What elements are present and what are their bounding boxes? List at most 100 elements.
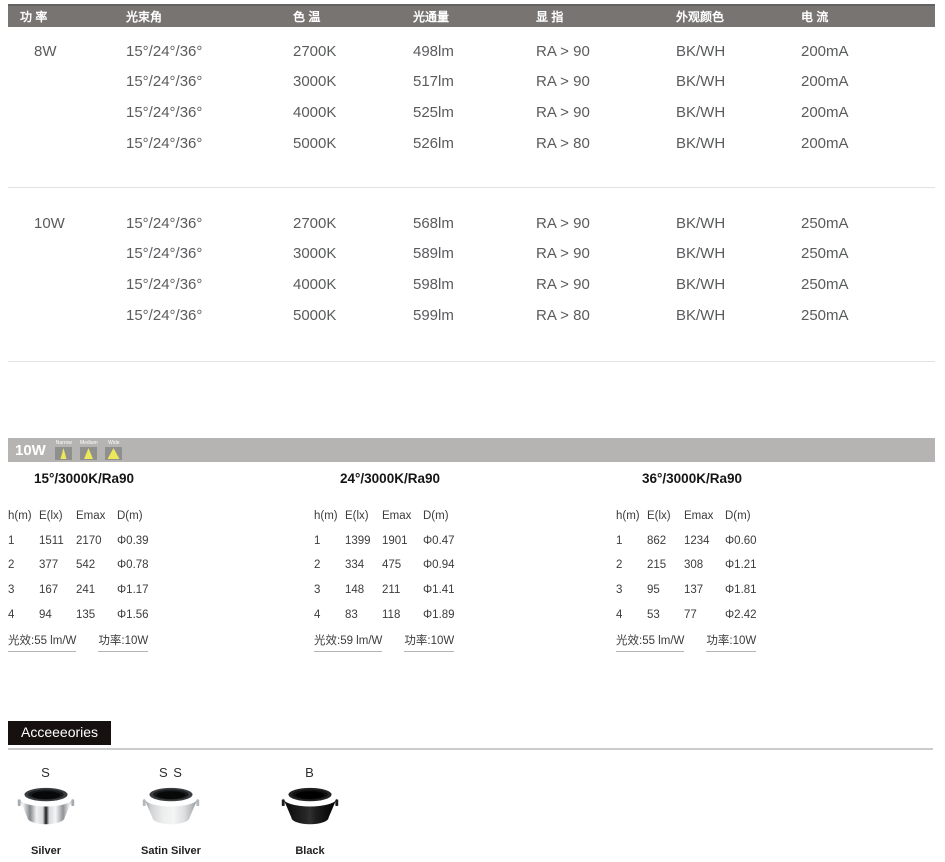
cell-current: 250mA [801, 276, 935, 293]
accessory-item-silver: S [14, 766, 78, 857]
cell-emax: 308 [684, 559, 725, 571]
photometric-table-24: 24°/3000K/Ra90 h(m) E(lx) Emax D(m) 1 13… [314, 470, 466, 652]
cell-d: Φ0.39 [117, 535, 160, 547]
cell-flux: 517lm [413, 73, 536, 90]
cell-beam: 15°/24°/36° [126, 307, 293, 324]
cell-flux: 568lm [413, 215, 536, 232]
cell-h: 4 [8, 609, 39, 621]
header-flux: 光通量 [413, 8, 536, 25]
accessory-code: B [305, 766, 315, 780]
cell-d: Φ0.60 [725, 535, 768, 547]
accessory-name: Silver [31, 845, 61, 857]
beam-wide-label: Wide [108, 440, 119, 446]
cell-cct: 3000K [293, 73, 413, 90]
cell-d: Φ1.81 [725, 584, 768, 596]
beam-icon-group: Narrow Medium Wide [55, 440, 123, 462]
photometric-footer: 光效:55 lm/W 功率:10W [8, 632, 160, 652]
accessory-code: S S [159, 766, 183, 780]
photometric-footer: 光效:55 lm/W 功率:10W [616, 632, 768, 652]
cell-emax: 137 [684, 584, 725, 596]
cell-current: 250mA [801, 245, 935, 262]
cell-cri: RA > 80 [536, 135, 676, 152]
cell-cct: 2700K [293, 43, 413, 60]
cell-h: 2 [314, 559, 345, 571]
efficacy-value: 光效:55 lm/W [8, 632, 76, 652]
cell-current: 200mA [801, 43, 935, 60]
photometric-footer: 光效:59 lm/W 功率:10W [314, 632, 466, 652]
cell-d: Φ1.56 [117, 609, 160, 621]
cell-e: 1511 [39, 535, 76, 547]
satin-silver-ring-image [142, 785, 200, 834]
cell-e: 1399 [345, 535, 382, 547]
accessories-divider [8, 748, 933, 750]
cell-beam: 15°/24°/36° [126, 43, 293, 60]
cell-emax: 542 [76, 559, 117, 571]
narrow-beam-icon [55, 447, 72, 460]
cell-d: Φ1.89 [423, 609, 466, 621]
cell-h: 1 [616, 535, 647, 547]
cell-flux: 498lm [413, 43, 536, 60]
col-header-d: D(m) [117, 510, 160, 522]
cell-d: Φ1.21 [725, 559, 768, 571]
photometric-grid: h(m) E(lx) Emax D(m) 1 862 1234 Φ0.60 2 … [616, 504, 768, 627]
banner-power-label: 10W [8, 443, 46, 462]
col-header-emax: Emax [684, 510, 725, 522]
accessory-name: Black [295, 845, 324, 857]
cell-finish: BK/WH [676, 43, 801, 60]
cell-finish: BK/WH [676, 135, 801, 152]
cell-h: 3 [8, 584, 39, 596]
power-value: 功率:10W [706, 632, 756, 652]
cell-h: 2 [8, 559, 39, 571]
medium-beam-icon [80, 447, 97, 460]
black-ring-image [281, 785, 339, 834]
cell-cri: RA > 90 [536, 276, 676, 293]
cell-cri: RA > 90 [536, 73, 676, 90]
power-label: 8W [20, 43, 126, 60]
header-cct: 色 温 [293, 8, 413, 25]
cell-cct: 5000K [293, 135, 413, 152]
col-header-h: h(m) [314, 510, 345, 522]
efficacy-value: 光效:59 lm/W [314, 632, 382, 652]
cell-h: 3 [616, 584, 647, 596]
cell-emax: 241 [76, 584, 117, 596]
spec-group-10w: 10W 15°/24°/36° 2700K 568lm RA > 90 BK/W… [8, 208, 935, 330]
power-value: 功率:10W [98, 632, 148, 652]
photometric-grid: h(m) E(lx) Emax D(m) 1 1511 2170 Φ0.39 2… [8, 504, 160, 627]
cell-h: 1 [314, 535, 345, 547]
cell-emax: 1901 [382, 535, 423, 547]
cell-e: 95 [647, 584, 684, 596]
cell-d: Φ2.42 [725, 609, 768, 621]
cell-emax: 135 [76, 609, 117, 621]
cell-finish: BK/WH [676, 276, 801, 293]
cell-e: 148 [345, 584, 382, 596]
wide-beam-icon [105, 447, 122, 460]
cell-e: 334 [345, 559, 382, 571]
photometric-table-15: 15°/3000K/Ra90 h(m) E(lx) Emax D(m) 1 15… [8, 470, 160, 652]
cell-cri: RA > 90 [536, 215, 676, 232]
col-header-h: h(m) [8, 510, 39, 522]
col-header-h: h(m) [616, 510, 647, 522]
cell-d: Φ1.17 [117, 584, 160, 596]
cell-current: 200mA [801, 135, 935, 152]
efficacy-value: 光效:55 lm/W [616, 632, 684, 652]
beam-medium-label: Medium [80, 440, 98, 446]
header-finish: 外观颜色 [676, 8, 801, 25]
cell-finish: BK/WH [676, 104, 801, 121]
cell-cri: RA > 80 [536, 307, 676, 324]
cell-cct: 4000K [293, 104, 413, 121]
cell-current: 250mA [801, 215, 935, 232]
beam-narrow-label: Narrow [56, 440, 72, 446]
cell-current: 200mA [801, 73, 935, 90]
header-beam-angle: 光束角 [126, 8, 293, 25]
col-header-e: E(lx) [647, 510, 684, 522]
cell-beam: 15°/24°/36° [126, 73, 293, 90]
header-current: 电 流 [801, 8, 935, 25]
col-header-e: E(lx) [39, 510, 76, 522]
accessory-item-satin-silver: S S Satin Silver [139, 766, 203, 857]
photometric-title: 15°/3000K/Ra90 [8, 470, 160, 488]
accessory-code: S [41, 766, 51, 780]
cell-h: 4 [616, 609, 647, 621]
col-header-emax: Emax [76, 510, 117, 522]
beam-item-narrow: Narrow [55, 440, 73, 460]
cell-e: 167 [39, 584, 76, 596]
